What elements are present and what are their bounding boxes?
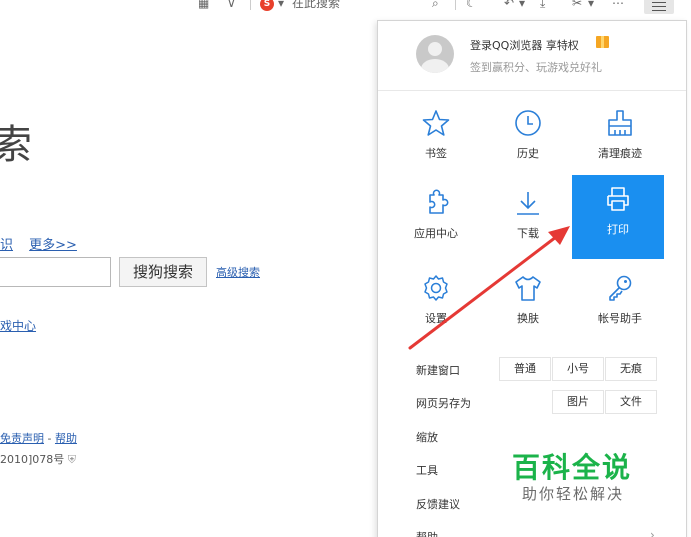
watermark-tagline: 助你轻松解决 [522,485,625,503]
watermark-logo: 百科全说 [512,451,633,484]
